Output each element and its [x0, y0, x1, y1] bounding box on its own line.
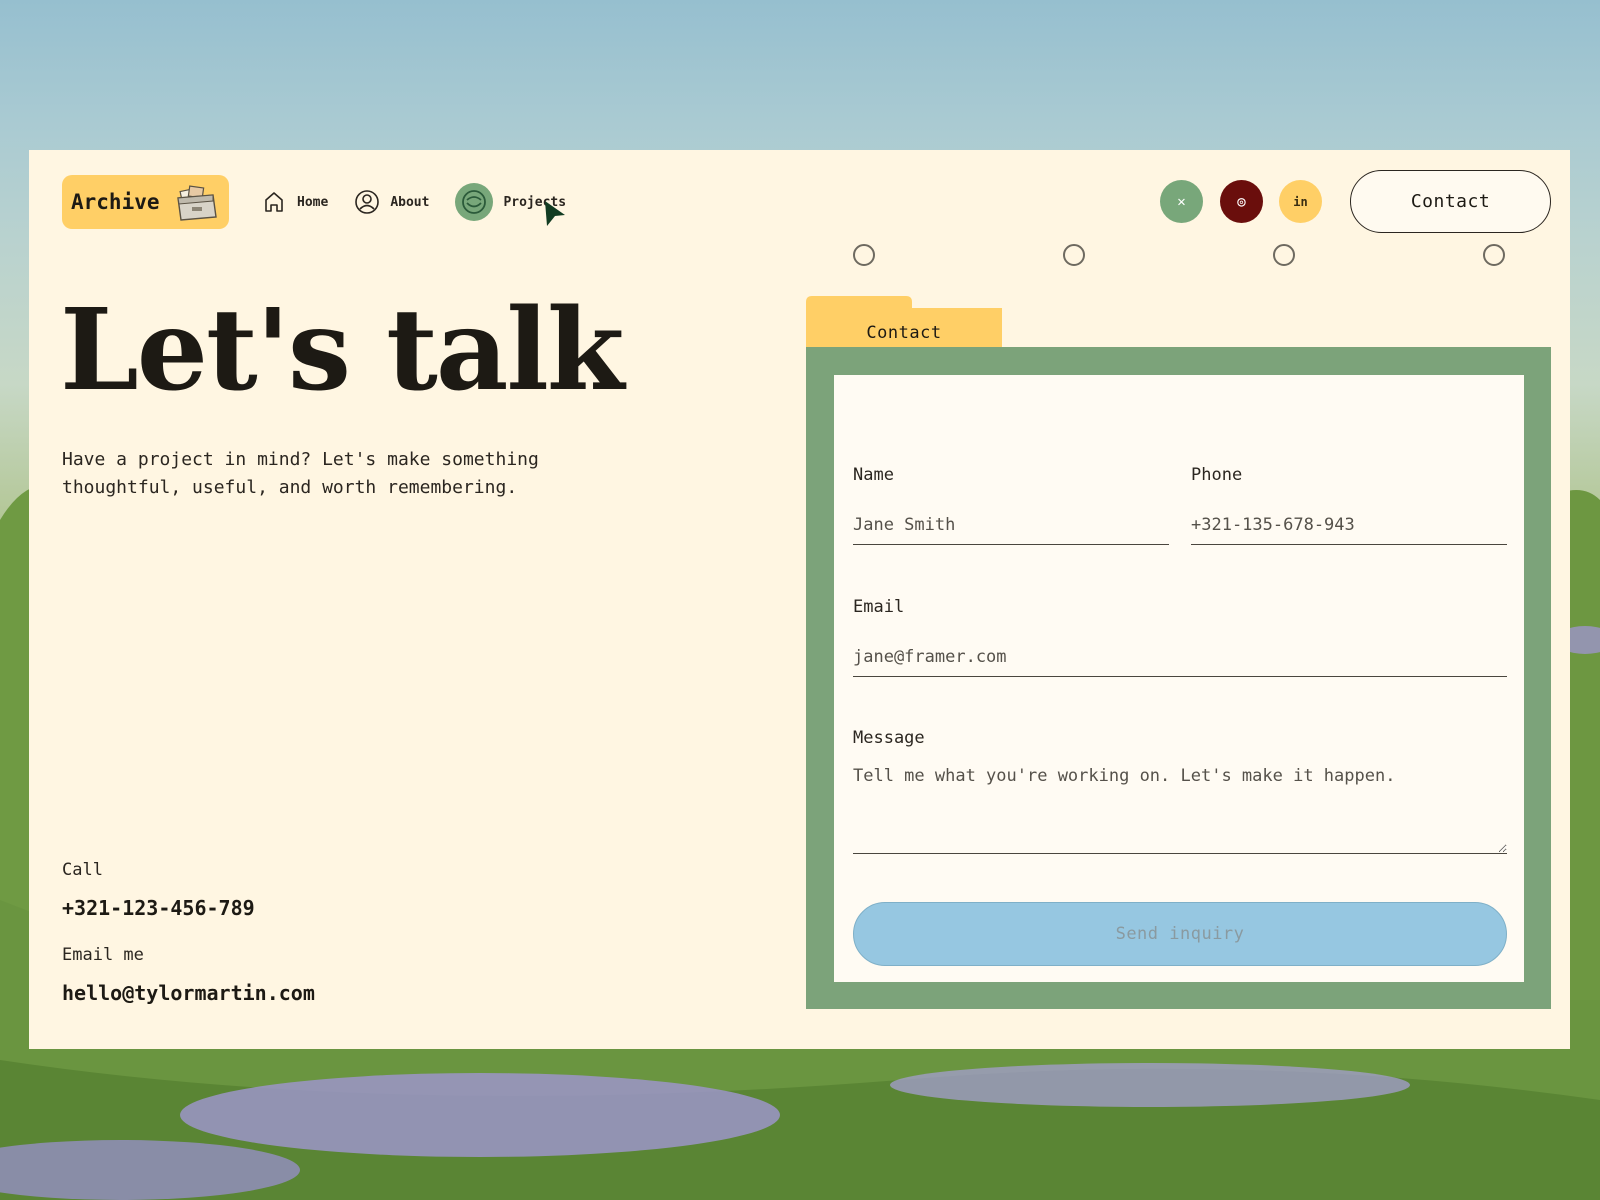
contact-button[interactable]: Contact [1350, 170, 1551, 233]
call-value[interactable]: +321-123-456-789 [62, 896, 255, 920]
binder-ring-icon [1063, 244, 1085, 266]
archive-box-icon [177, 185, 217, 221]
x-icon[interactable]: ✕ [1160, 180, 1203, 223]
page-subtitle: Have a project in mind? Let's make somet… [62, 449, 539, 498]
email-field-label: Email [853, 597, 905, 617]
email-value[interactable]: hello@tylormartin.com [62, 981, 315, 1005]
nav-home[interactable]: Home [261, 189, 328, 215]
phone-label: Phone [1191, 465, 1243, 485]
message-label: Message [853, 728, 925, 748]
call-label: Call [62, 860, 103, 880]
page-title: Let's talk [60, 285, 625, 416]
binder-ring-icon [853, 244, 875, 266]
phone-input[interactable] [1191, 505, 1507, 545]
nav-about-label: About [390, 194, 430, 210]
message-textarea[interactable] [853, 760, 1507, 854]
binder-ring-icon [1273, 244, 1295, 266]
send-inquiry-button[interactable]: Send inquiry [853, 902, 1507, 966]
user-icon [354, 189, 380, 215]
name-input[interactable] [853, 505, 1169, 545]
email-label: Email me [62, 945, 144, 965]
home-icon [261, 189, 287, 215]
binder-ring-icon [1483, 244, 1505, 266]
nav-about[interactable]: About [354, 189, 429, 215]
nav-home-label: Home [297, 194, 329, 210]
linkedin-icon[interactable]: in [1279, 180, 1322, 223]
name-label: Name [853, 465, 894, 485]
archive-logo[interactable]: Archive [62, 175, 229, 229]
cursor-icon [545, 201, 565, 226]
projects-icon [455, 183, 494, 221]
logo-text: Archive [71, 190, 160, 214]
form-card-inner [834, 375, 1524, 982]
email-input[interactable] [853, 637, 1507, 677]
instagram-icon[interactable]: ◎ [1220, 180, 1263, 223]
